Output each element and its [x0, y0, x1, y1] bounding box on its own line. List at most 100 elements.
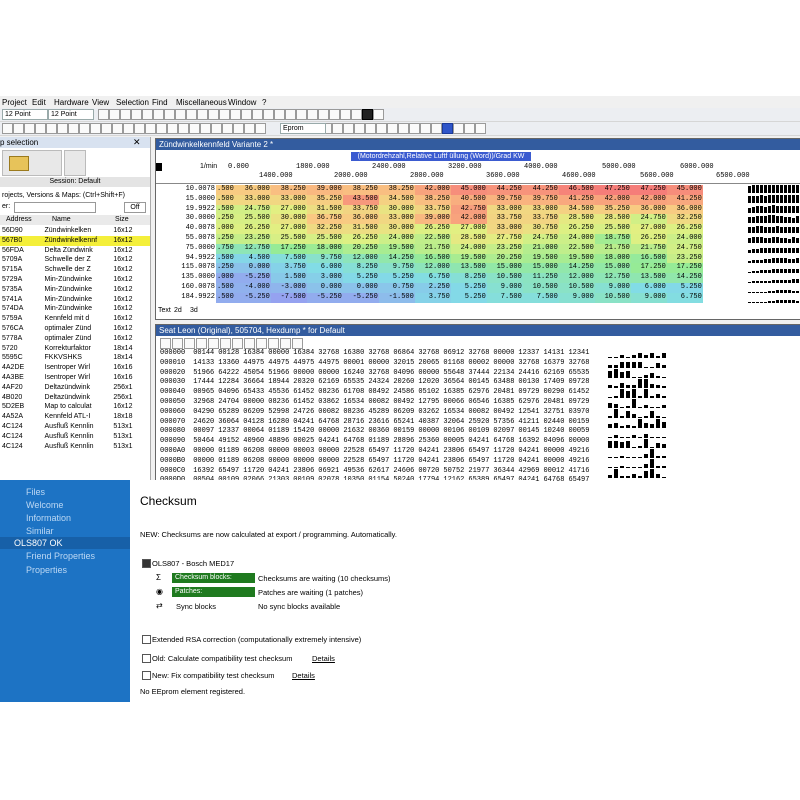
hex-value[interactable]: 12795 — [416, 398, 441, 408]
map-cell[interactable]: 25.500 — [306, 233, 343, 244]
hex-value[interactable]: 36564 — [441, 378, 466, 388]
toolbar-button[interactable] — [362, 109, 373, 120]
map-cell[interactable]: -4.000 — [234, 282, 271, 293]
toolbar-button[interactable] — [255, 123, 266, 134]
hex-value[interactable]: 64222 — [216, 369, 241, 379]
hex-value[interactable]: 11720 — [241, 467, 266, 477]
hex-value[interactable]: 08236 — [341, 408, 366, 418]
map-cell[interactable]: 41.250 — [558, 194, 595, 205]
hex-value[interactable]: 50464 — [191, 437, 216, 447]
map-cell[interactable]: 8.250 — [342, 263, 379, 274]
table-row[interactable]: 56FDA Delta Zündwink 16x12 — [0, 246, 150, 256]
hex-value[interactable]: 49216 — [566, 447, 591, 457]
module-checkbox[interactable] — [142, 559, 151, 568]
map-cell[interactable]: 12.000 — [342, 253, 379, 264]
menu-view[interactable]: View — [92, 98, 109, 107]
hex-value[interactable]: 44975 — [316, 359, 341, 369]
hex-value[interactable]: 62976 — [516, 398, 541, 408]
map-cell[interactable]: .500 — [216, 204, 235, 215]
hex-value[interactable]: 24324 — [366, 378, 391, 388]
table-row[interactable]: 5595C FKKVSHKS 18x14 — [0, 353, 150, 363]
hex-value[interactable]: 04241 — [316, 437, 341, 447]
map-cell[interactable]: 33.000 — [234, 194, 271, 205]
hex-value[interactable]: 16392 — [516, 437, 541, 447]
hex-value[interactable]: 22528 — [341, 447, 366, 457]
hex-value[interactable]: 00082 — [466, 408, 491, 418]
hex-value[interactable]: 00003 — [291, 447, 316, 457]
table-row[interactable]: 5741A Min-Zündwinke 16x12 — [0, 295, 150, 305]
toolbar-button[interactable] — [285, 109, 296, 120]
map-cell[interactable]: 36.000 — [630, 204, 667, 215]
hex-value[interactable]: 22528 — [341, 457, 366, 467]
hex-value[interactable]: 00128 — [216, 349, 241, 359]
hex-value[interactable]: 17409 — [541, 378, 566, 388]
toolbar-button[interactable] — [68, 123, 79, 134]
map-cell[interactable]: 22.500 — [558, 243, 595, 254]
map-cell[interactable]: -1.500 — [378, 292, 415, 303]
hex-value[interactable]: 20260 — [391, 378, 416, 388]
hex-value[interactable]: 00012 — [541, 467, 566, 477]
map-cell[interactable]: 27.750 — [486, 233, 523, 244]
hex-value[interactable]: 00000 — [266, 457, 291, 467]
open-folder-button[interactable] — [2, 150, 62, 176]
toolbar-button[interactable] — [340, 109, 351, 120]
hex-value[interactable]: 00000 — [491, 359, 516, 369]
hex-value[interactable]: 45536 — [266, 388, 291, 398]
map-cell[interactable]: 19.500 — [558, 253, 595, 264]
map-cell[interactable]: 19.500 — [522, 253, 559, 264]
map-cell[interactable]: 12.750 — [234, 243, 271, 254]
hex-value[interactable]: 17444 — [191, 378, 216, 388]
hex-value[interactable]: 00290 — [541, 388, 566, 398]
map-cell[interactable]: 7.500 — [486, 292, 523, 303]
hex-value[interactable]: 23806 — [441, 447, 466, 457]
map-cell[interactable]: 11.250 — [522, 273, 559, 283]
map-cell[interactable]: 24.000 — [450, 243, 487, 254]
hex-value[interactable]: 32751 — [541, 408, 566, 418]
hexdump-toolbar-button[interactable] — [292, 338, 303, 349]
hex-value[interactable]: 65497 — [366, 457, 391, 467]
hex-value[interactable]: 52998 — [266, 408, 291, 418]
hex-value[interactable]: 36064 — [216, 418, 241, 428]
toolbar-button[interactable] — [164, 109, 175, 120]
hex-value[interactable]: 61452 — [566, 388, 591, 398]
hex-value[interactable]: 16384 — [241, 349, 266, 359]
toolbar-button[interactable] — [175, 109, 186, 120]
hex-value[interactable]: 02440 — [541, 418, 566, 428]
hex-value[interactable]: 04241 — [416, 447, 441, 457]
toolbar-button[interactable] — [156, 123, 167, 134]
toolbar-button[interactable] — [208, 109, 219, 120]
hex-value[interactable]: 49216 — [566, 457, 591, 467]
map-cell[interactable]: 28.500 — [558, 214, 595, 225]
map-cell[interactable]: 15.000 — [594, 263, 631, 274]
map-cell[interactable]: 26.250 — [666, 224, 703, 234]
map-cell[interactable]: 27.000 — [450, 224, 487, 234]
map-cell[interactable]: -5.250 — [306, 292, 343, 303]
toolbar-button[interactable] — [79, 123, 90, 134]
hexdump-toolbar-button[interactable] — [220, 338, 231, 349]
map-cell[interactable]: 26.250 — [630, 233, 667, 244]
map-cell[interactable]: 14.250 — [378, 253, 415, 264]
map-cell[interactable]: 21.750 — [594, 243, 631, 254]
map-cell[interactable]: .250 — [216, 263, 235, 274]
map-cell[interactable]: 12.000 — [558, 273, 595, 283]
hex-value[interactable]: 06209 — [241, 408, 266, 418]
map-cell[interactable]: 27.000 — [270, 224, 307, 234]
hex-value[interactable]: 11720 — [491, 457, 516, 467]
hex-value[interactable]: 62169 — [316, 378, 341, 388]
hex-value[interactable]: 25920 — [466, 418, 491, 428]
hex-value[interactable]: 21977 — [466, 467, 491, 477]
map-cell[interactable]: 45.000 — [666, 185, 703, 195]
menu-edit[interactable]: Edit — [32, 98, 46, 107]
map-cell[interactable]: .500 — [216, 292, 235, 303]
hex-value[interactable]: 04096 — [391, 369, 416, 379]
checksum-blocks-button[interactable]: Checksum blocks: — [172, 573, 255, 583]
hex-value[interactable]: 51966 — [266, 369, 291, 379]
map-cell[interactable]: 35.250 — [594, 204, 631, 215]
toolbar-button[interactable] — [112, 123, 123, 134]
map-cell[interactable]: 12.000 — [414, 263, 451, 274]
menu-project[interactable]: Project — [2, 98, 27, 107]
col-size[interactable]: Size — [115, 215, 129, 225]
hex-value[interactable]: 49152 — [216, 437, 241, 447]
font-size-combo-right[interactable]: 12 Point — [48, 109, 94, 120]
toolbar-button[interactable] — [244, 123, 255, 134]
